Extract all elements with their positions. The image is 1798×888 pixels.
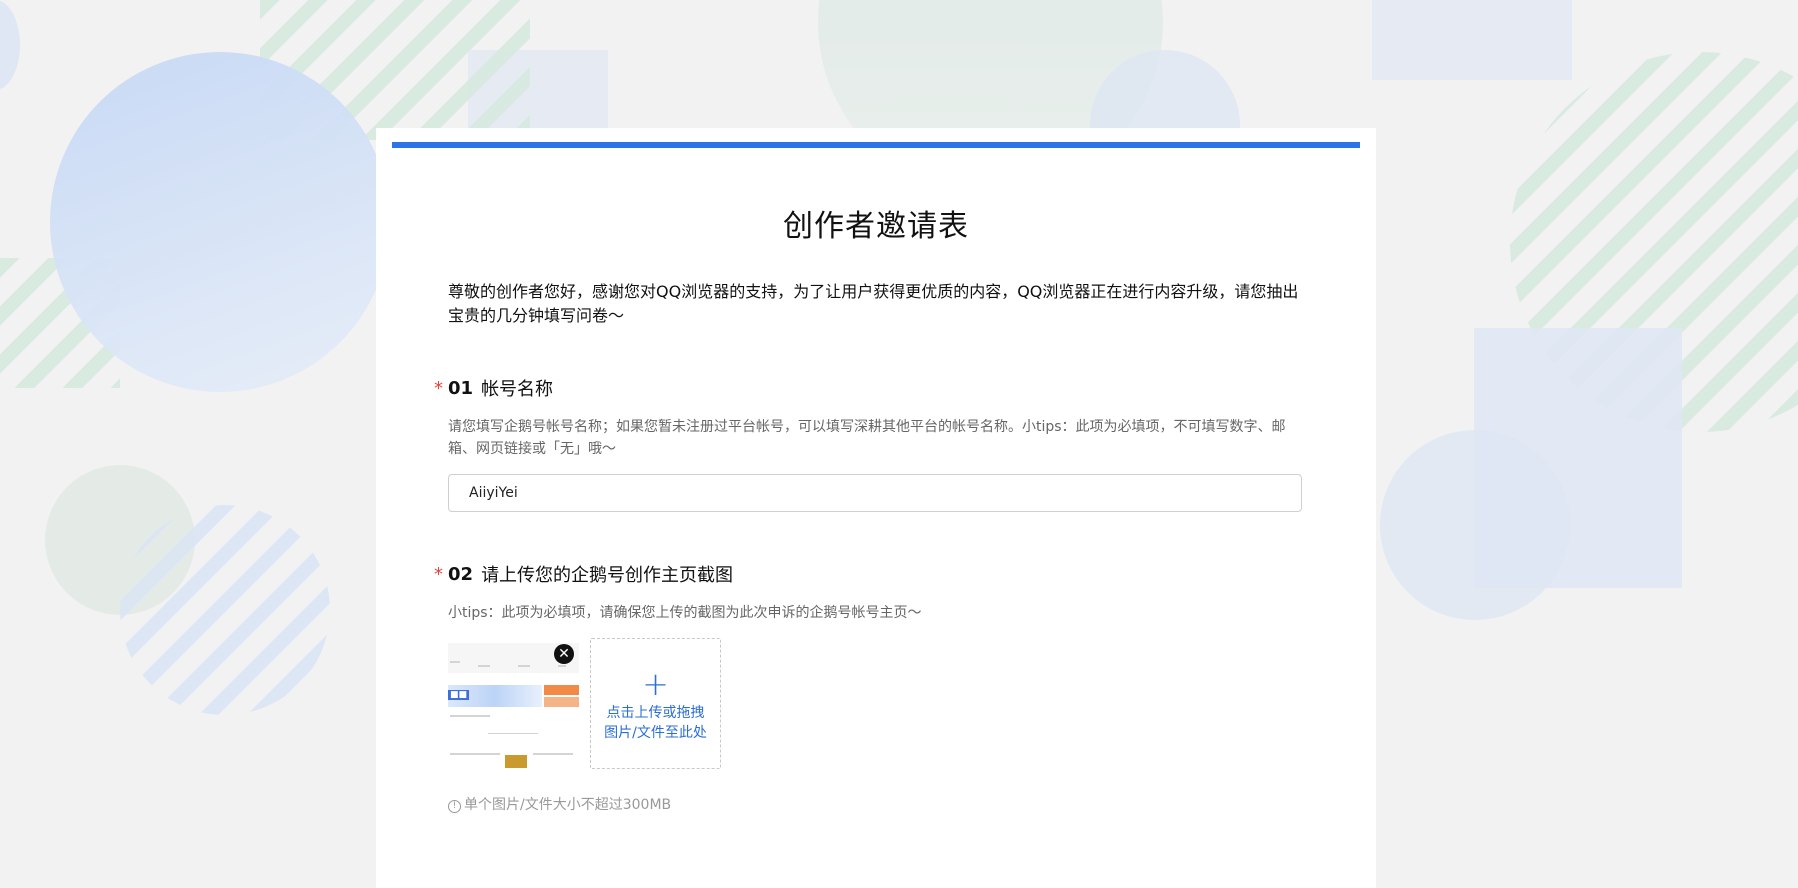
question-label: 帐号名称 (481, 379, 554, 400)
required-mark: * (434, 377, 443, 399)
form-intro: 尊敬的创作者您好，感谢您对QQ浏览器的支持，为了让用户获得更优质的内容，QQ浏览… (448, 282, 1299, 325)
question-description: 请您填写企鹅号帐号名称；如果您暂未注册过平台帐号，可以填写深耕其他平台的帐号名称… (448, 419, 1286, 457)
question-number: 02 (448, 563, 474, 585)
upload-dropzone[interactable]: + 点击上传或拖拽 图片/文件至此处 (590, 638, 721, 769)
bg-shape (1380, 430, 1570, 620)
thumb-line (450, 715, 490, 717)
bg-shape (0, 0, 20, 90)
account-name-input[interactable] (448, 474, 1302, 512)
bg-shape (50, 52, 390, 392)
file-size-note: ! 单个图片/文件大小不超过300MB (448, 794, 671, 814)
accent-bar (392, 142, 1360, 148)
question-label: 请上传您的企鹅号创作主页截图 (481, 565, 734, 586)
thumb-line (450, 753, 500, 755)
form-title: 创作者邀请表 (783, 209, 969, 244)
question-number: 01 (448, 377, 474, 399)
remove-image-close-icon[interactable]: ✕ (554, 644, 574, 664)
thumb-line (488, 733, 538, 734)
upload-label: 图片/文件至此处 (604, 725, 707, 741)
upload-label: 点击上传或拖拽 (606, 705, 705, 721)
question-title: * 02 请上传您的企鹅号创作主页截图 (434, 561, 733, 587)
thumb-line (558, 665, 566, 667)
thumb-line (518, 665, 530, 667)
info-icon: ! (448, 800, 461, 813)
bg-stripes (120, 505, 330, 715)
question-description: 小tips：此项为必填项，请确保您上传的截图为此次申诉的企鹅号帐号主页～ (448, 605, 922, 621)
plus-icon: + (642, 665, 669, 703)
thumb-badge (544, 697, 579, 707)
form-card: 创作者邀请表 尊敬的创作者您好，感谢您对QQ浏览器的支持，为了让用户获得更优质的… (376, 128, 1376, 888)
thumb-badge (544, 685, 579, 695)
file-size-note-text: 单个图片/文件大小不超过300MB (464, 797, 672, 813)
required-mark: * (434, 563, 443, 585)
thumb-line (450, 661, 460, 663)
thumb-line (478, 665, 490, 667)
thumb-logo: ■■ (448, 690, 470, 700)
question-title: * 01 帐号名称 (434, 375, 553, 401)
thumb-picture (505, 755, 527, 768)
bg-shape (1372, 0, 1572, 80)
thumb-line (533, 753, 573, 755)
